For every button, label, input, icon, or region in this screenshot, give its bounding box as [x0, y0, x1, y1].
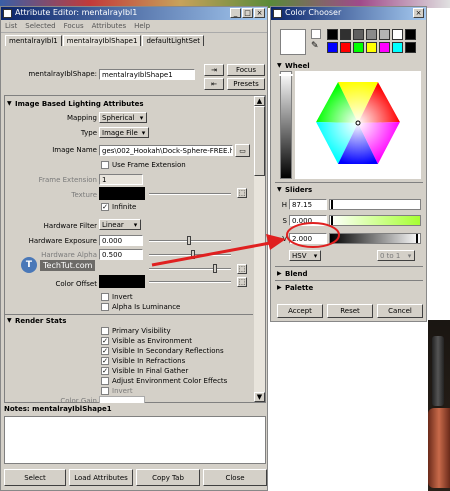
red-arrow	[151, 241, 271, 267]
red-arrow-head	[266, 234, 286, 250]
red-highlight-circle	[286, 222, 340, 248]
tutorial-annotation-overlay	[151, 222, 340, 267]
